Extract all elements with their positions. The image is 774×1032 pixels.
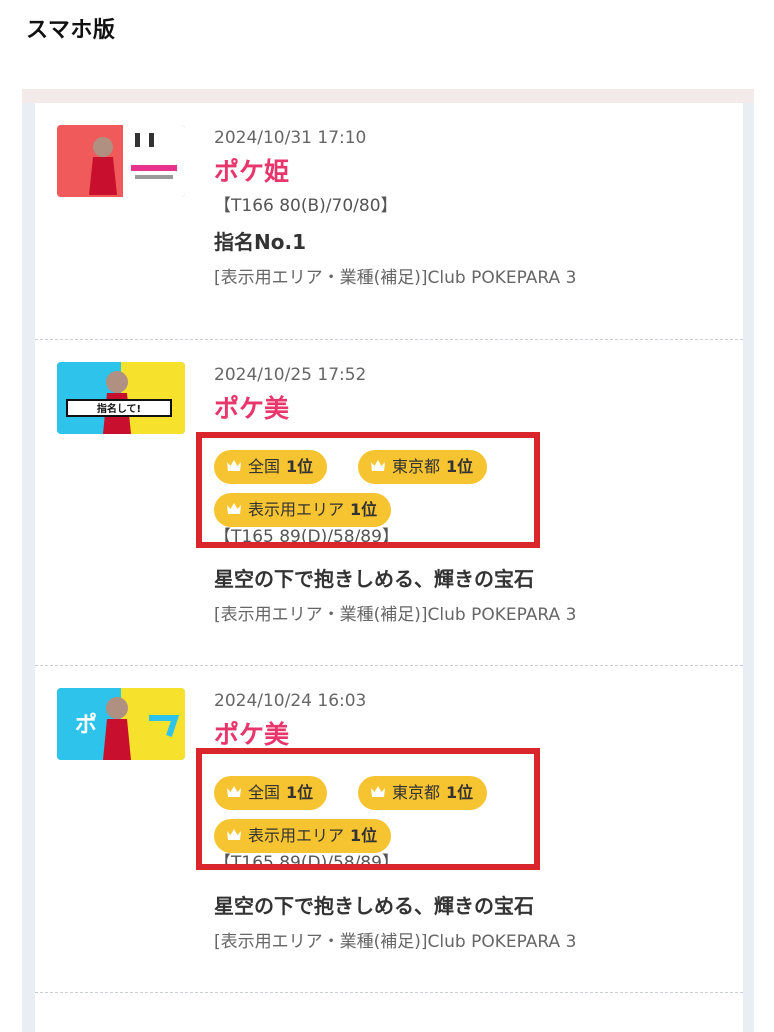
post-date: 2024/10/24 16:03 [214, 691, 367, 711]
catch-copy: 指名No.1 [214, 230, 306, 254]
thumbnail-banner-text: ポ [75, 712, 97, 738]
catch-copy: 星空の下で抱きしめる、輝きの宝石 [214, 567, 534, 591]
shop-name[interactable]: [表示用エリア・業種(補足)]Club POKEPARA 3 [214, 604, 734, 626]
section-title: スマホ版 [26, 18, 116, 43]
thumbnail-banner-text: 指名して! [97, 402, 141, 415]
cast-spec: 【T166 80(B)/70/80】 [214, 196, 398, 216]
thumbnail-illustration [57, 125, 185, 197]
thumbnail-image[interactable]: ポ [57, 688, 185, 760]
post-date: 2024/10/25 17:52 [214, 365, 367, 385]
highlight-frame [196, 748, 540, 870]
thumbnail-image[interactable]: 指名して! [57, 362, 185, 434]
ranking-list-panel: 2024/10/31 17:10 ポケ姫 【T166 80(B)/70/80】 … [22, 89, 754, 1032]
thumbnail-illustration: 指名して! [57, 362, 185, 434]
ranking-list: 2024/10/31 17:10 ポケ姫 【T166 80(B)/70/80】 … [35, 103, 743, 1032]
thumbnail-image[interactable] [57, 125, 185, 197]
cast-name[interactable]: ポケ姫 [214, 153, 734, 191]
thumbnail-illustration: ポ [57, 688, 185, 760]
list-item[interactable]: 2024/10/31 17:10 ポケ姫 【T166 80(B)/70/80】 … [35, 103, 743, 340]
shop-name[interactable]: [表示用エリア・業種(補足)]Club POKEPARA 3 [214, 267, 734, 289]
cast-name[interactable]: ポケ美 [214, 390, 734, 428]
panel-top-strip [22, 89, 754, 103]
catch-copy: 星空の下で抱きしめる、輝きの宝石 [214, 894, 534, 918]
highlight-frame [196, 432, 540, 548]
shop-name[interactable]: [表示用エリア・業種(補足)]Club POKEPARA 3 [214, 931, 734, 953]
post-date: 2024/10/31 17:10 [214, 128, 367, 148]
